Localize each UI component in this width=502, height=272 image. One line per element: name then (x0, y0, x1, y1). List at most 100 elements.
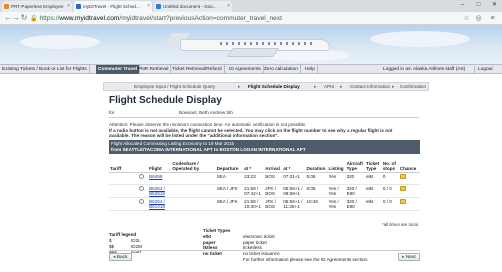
browser-tab-prt[interactable]: PRT-Paperless Employee × (2, 1, 72, 12)
ticket-types-note: For further information please see the I… (243, 256, 369, 262)
ticket-types-legend: Ticket Types etkt electronic ticket paper… (203, 228, 403, 263)
minimize-button[interactable]: – (456, 0, 469, 10)
flight-table: Tariff Flight Codeshare / Operated by De… (109, 156, 420, 211)
table-header-row: Tariff Flight Codeshare / Operated by De… (109, 156, 420, 173)
ticket-type-cell: etkt (364, 184, 382, 198)
close-icon[interactable]: × (147, 1, 150, 12)
table-row: B6264 / B62918 SEA / JFK 21:58 / 07:42+1… (109, 184, 420, 198)
table-row: B6264 / B61418 SEA / JFK 21:58 / 10:30+1… (109, 197, 420, 211)
url-scheme: https:// (39, 15, 60, 22)
arrival-time-cell: 05:56+1 / 08:59+1 (282, 184, 306, 198)
progress-steps: Employee Input / Flight Schedule Query ▸… (103, 82, 429, 91)
cloud-shape (370, 31, 470, 47)
arrival-cell: JFK / BOS (264, 184, 283, 198)
url-field[interactable]: 🔒 https://www.myidtravel.com/myidtravel/s… (30, 14, 440, 23)
departure-time-cell: 21:58 / 10:30+1 (243, 197, 265, 211)
ticket-type-cell: etkt (364, 172, 382, 185)
address-bar-row: ← → ↻ 🔒 https://www.myidtravel.com/myidtr… (0, 12, 502, 25)
col-header: Flight (148, 156, 172, 173)
listing-cell: Yes / Yes (327, 184, 346, 198)
nav-id-agreements[interactable]: ID Agreements (227, 65, 264, 74)
next-button[interactable]: ▸ Next (398, 253, 420, 261)
nav-zero-calculation[interactable]: Zero calculation (262, 65, 301, 74)
arrival-time-cell: 07:31+1 (282, 172, 306, 185)
departure-cell: SEA / JFK (215, 197, 244, 211)
nav-pnr-retrieval[interactable]: PNR Retrieval (136, 65, 172, 74)
next-arrow-icon: ▸ (402, 254, 405, 260)
star-icon[interactable]: ☆ (462, 14, 471, 23)
chance-icon[interactable] (399, 185, 406, 191)
url-path: /myidtravel/start?previousAction=commute… (119, 15, 282, 22)
col-header: Departure (215, 156, 244, 173)
passenger-row: for Bowsant, Beth Andrew bth (109, 110, 419, 118)
for-label: for (109, 110, 115, 115)
step-confirmation: Confirmation (400, 84, 427, 89)
stops-cell: 0 / 0 (381, 184, 399, 198)
chevron-right-icon: ▸ (238, 84, 241, 90)
tab-label: PRT-Paperless Employee (11, 4, 64, 9)
close-icon[interactable]: × (67, 1, 70, 12)
col-header: Chance (398, 156, 420, 173)
nav-commuter-travel[interactable]: Commuter Travel (96, 65, 141, 74)
url-host: www.myidtravel.com (59, 15, 120, 22)
step-flight-schedule: Flight Schedule Display (248, 84, 300, 89)
arrival-cell: BOS (264, 172, 283, 185)
next-button-label: Next (405, 255, 416, 260)
page-title: Flight Schedule Display (109, 95, 222, 106)
listing-cell: Yes / Yes (327, 197, 346, 211)
passenger-name: Bowsant, Beth Andrew bth (179, 110, 233, 115)
flight-select-radio[interactable] (138, 185, 144, 191)
flight-number-link[interactable]: B6264 / B61418 (149, 199, 165, 210)
extension-icon[interactable]: ◎ (474, 14, 483, 23)
col-header: Ticket Type (364, 156, 382, 173)
col-header: Arrival (264, 156, 283, 173)
chance-icon[interactable] (399, 173, 406, 179)
col-header: at * (243, 156, 265, 173)
flight-number-link[interactable]: B6498 (149, 174, 162, 179)
nav-existing-tickets[interactable]: Existing Tickets / Book or List for Flig… (0, 65, 90, 74)
browser-tab-doc[interactable]: Untitled document - Goo... × (154, 1, 232, 12)
table-row: B6498 SEA 23:23 BOS 07:31+1 5:08 Yes 320… (109, 172, 420, 185)
chance-icon[interactable] (399, 198, 406, 204)
browser-tabstrip: PRT-Paperless Employee × myIDTravel - Fl… (0, 0, 502, 12)
header-banner (0, 25, 502, 64)
chevron-right-icon: ▸ (314, 84, 317, 90)
duration-cell: 10:45 (305, 197, 328, 211)
close-icon[interactable]: × (227, 1, 230, 12)
step-contact-info: Contact Information (350, 84, 391, 89)
back-button[interactable]: ◂ Back (109, 253, 132, 261)
divider (109, 250, 420, 251)
step-employee-input: Employee Input / Flight Schedule Query (134, 84, 216, 89)
arrival-time-cell: 05:56+1 / 11:35+1 (282, 197, 306, 211)
lock-icon: 🔒 (30, 16, 38, 22)
listing-cell: Yes (327, 172, 346, 185)
tariff-legend: Tariff legend $ ID2L $$ ID2M $$$ ID2H (109, 232, 169, 255)
browser-tab-myidtravel[interactable]: myIDTravel - Flight Sched... × (74, 1, 152, 12)
aircraft-cell: 320 / E90 (345, 197, 365, 211)
attention-notice: Attention: Please observe the minimum co… (109, 122, 421, 139)
col-header: Duration (305, 156, 328, 173)
aircraft-cell: 320 (345, 172, 365, 185)
reload-icon[interactable]: ↻ (19, 13, 29, 23)
menu-icon[interactable]: ≡ (488, 14, 497, 23)
flight-select-radio[interactable] (138, 198, 144, 204)
back-arrow-icon: ◂ (113, 254, 116, 260)
stops-cell: 0 (381, 172, 399, 185)
nav-ticket-retrieval[interactable]: Ticket Retrieval/Refund (170, 65, 225, 74)
tab-label: Untitled document - Goo... (163, 4, 217, 9)
flight-select-radio[interactable] (138, 173, 144, 179)
chevron-right-icon: ▸ (392, 84, 395, 90)
departure-cell: SEA (215, 172, 244, 185)
local-times-note: *all times are local. (382, 222, 419, 227)
close-window-button[interactable]: ✕ (488, 0, 501, 10)
airplane-image (160, 33, 340, 57)
logout-button[interactable]: Logout (474, 66, 496, 73)
maximize-button[interactable]: □ (472, 0, 485, 10)
departure-time-cell: 23:23 (243, 172, 265, 185)
nav-help[interactable]: Help (303, 65, 318, 74)
flight-number-link[interactable]: B6264 / B62918 (149, 186, 165, 197)
chevron-right-icon: ▸ (340, 84, 343, 90)
departure-time-cell: 21:58 / 07:42+1 (243, 184, 265, 198)
aircraft-cell: 320 / E90 (345, 184, 365, 198)
step-apis: APIS (324, 84, 335, 89)
